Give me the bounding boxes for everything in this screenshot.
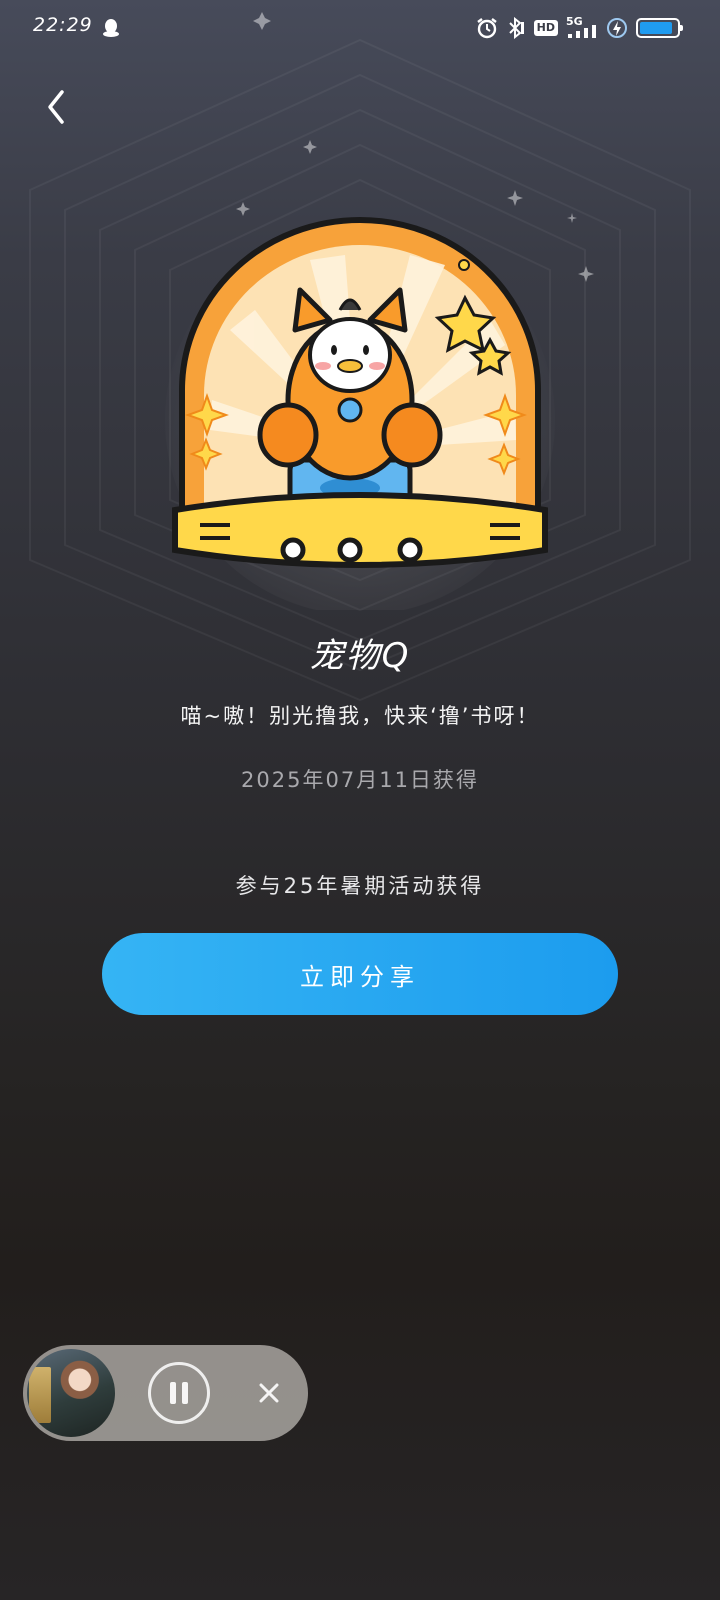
- close-icon: [259, 1383, 279, 1403]
- hd-badge: HD: [533, 20, 558, 36]
- pause-button[interactable]: [148, 1362, 210, 1424]
- album-cover-image[interactable]: [27, 1349, 115, 1437]
- badge-title: 宠物Q: [309, 636, 411, 676]
- status-bar: 22:29 HD 5G: [0, 0, 720, 56]
- charging-icon: [607, 18, 627, 38]
- share-button[interactable]: 立即分享: [102, 933, 618, 1015]
- badge-source-text: 参与25年暑期活动获得: [235, 874, 485, 898]
- back-button[interactable]: [36, 82, 76, 132]
- cover-artwork-text-graphic: [29, 1367, 51, 1423]
- badge-description: 喵~嗷！别光撸我，快来‘撸’书呀！: [180, 704, 540, 728]
- badge-obtained-date: 2025年07月11日获得: [241, 768, 479, 792]
- signal-bars-icon: [568, 25, 596, 38]
- badge-illustration: [165, 217, 555, 610]
- pause-icon-bar: [170, 1382, 176, 1404]
- status-icons: HD 5G: [476, 14, 683, 42]
- qq-penguin-icon: [103, 19, 119, 37]
- battery-icon: [636, 18, 683, 38]
- pause-icon-bar: [182, 1382, 188, 1404]
- bluetooth-icon: [508, 17, 524, 39]
- battery-level: [640, 22, 673, 34]
- status-time: 22:29: [33, 14, 93, 36]
- close-player-button[interactable]: [251, 1375, 287, 1411]
- alarm-icon: [476, 18, 497, 39]
- cellular-signal: 5G: [566, 15, 598, 39]
- mini-player: [23, 1345, 308, 1441]
- chevron-left-icon: [48, 90, 64, 124]
